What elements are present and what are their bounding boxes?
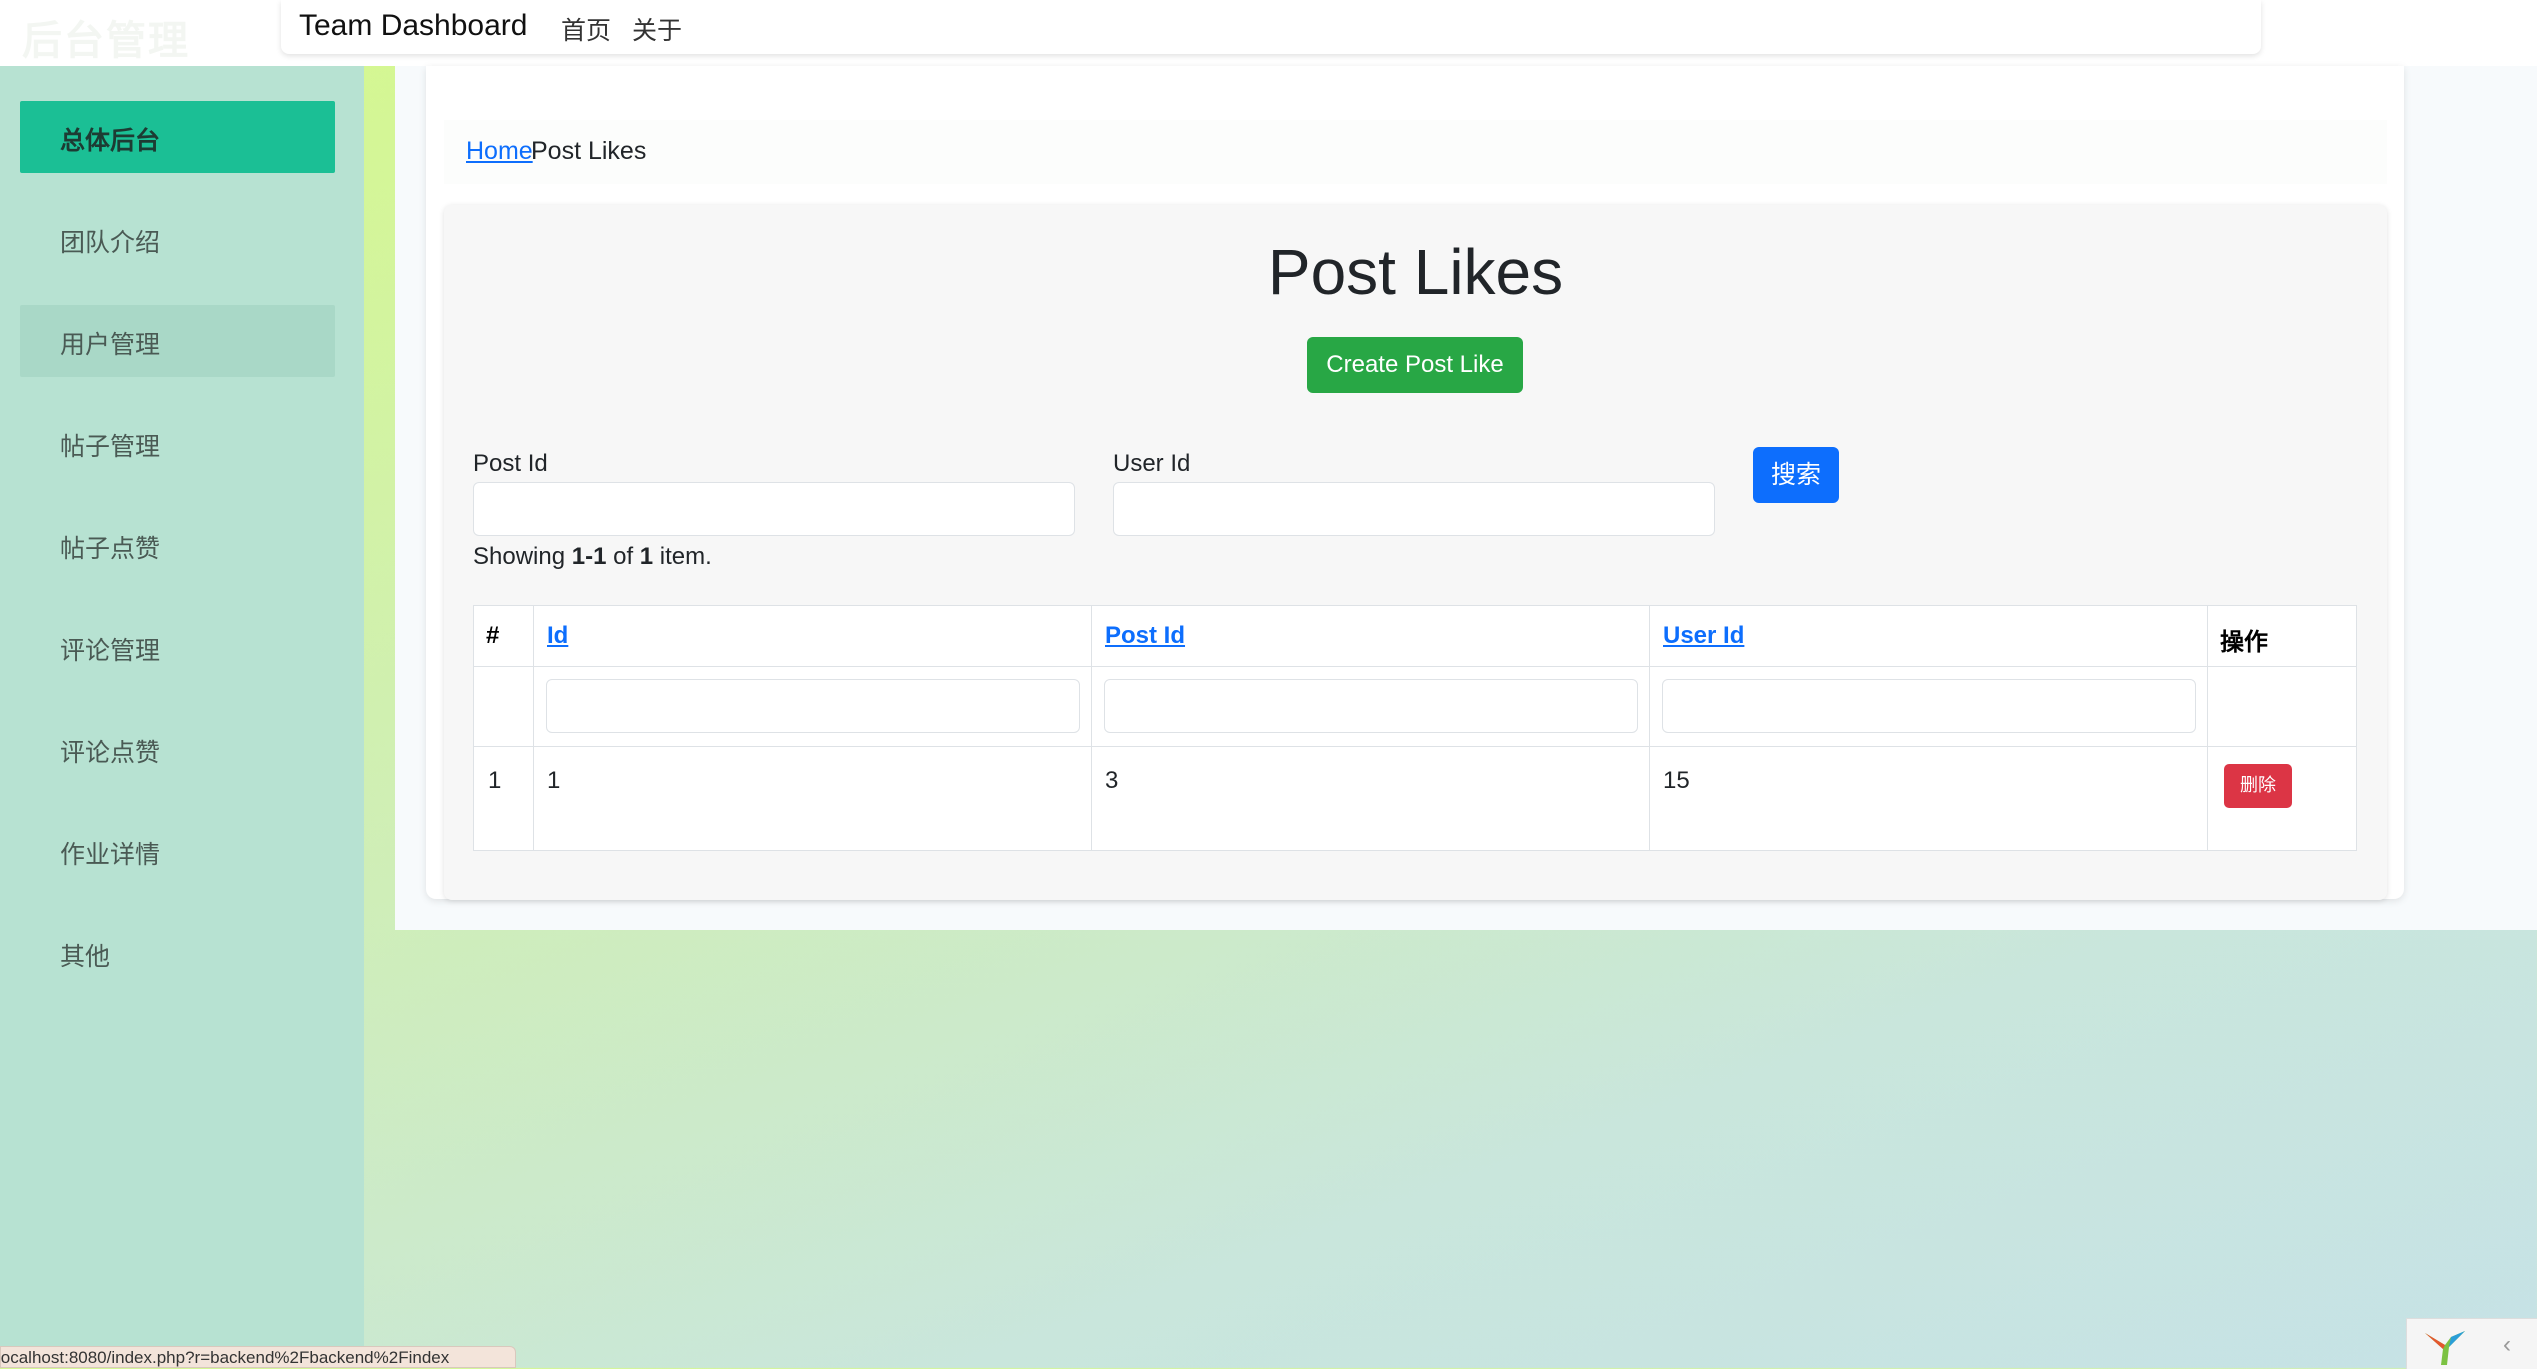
sidebar-item-label: 其他 bbox=[60, 942, 111, 971]
navbar-title[interactable]: Team Dashboard bbox=[299, 9, 527, 43]
sidebar-item-overview[interactable]: 总体后台 bbox=[20, 101, 335, 173]
sidebar-item-comments[interactable]: 评论管理 bbox=[20, 611, 335, 683]
user-id-filter-input[interactable] bbox=[1662, 679, 2196, 733]
cell-id: 1 bbox=[547, 767, 561, 794]
sidebar-item-label: 评论点赞 bbox=[60, 738, 161, 767]
nav-link-home[interactable]: 首页 bbox=[561, 11, 611, 47]
framework-logo-icon bbox=[2425, 1331, 2465, 1365]
sidebar-item-label: 帖子点赞 bbox=[60, 534, 161, 563]
sidebar-item-homework[interactable]: 作业详情 bbox=[20, 815, 335, 887]
cell-row-index: 1 bbox=[488, 767, 502, 794]
sidebar-item-team[interactable]: 团队介绍 bbox=[20, 203, 335, 275]
summary-suffix: item. bbox=[653, 543, 712, 570]
cell-user-id: 15 bbox=[1663, 767, 1690, 794]
user-id-search-input[interactable] bbox=[1113, 482, 1715, 536]
breadcrumb-current: Post Likes bbox=[531, 137, 647, 165]
sidebar-item-label: 团队介绍 bbox=[60, 228, 161, 257]
column-header-id[interactable]: Id bbox=[547, 622, 568, 650]
column-divider bbox=[533, 606, 534, 850]
column-header-index: # bbox=[486, 622, 500, 649]
sidebar-item-users[interactable]: 用户管理 bbox=[20, 305, 335, 377]
debug-toolbar-tab[interactable]: ‹ bbox=[2406, 1318, 2537, 1369]
column-header-actions: 操作 bbox=[2220, 628, 2268, 656]
create-post-like-button[interactable]: Create Post Like bbox=[1307, 337, 1523, 393]
user-id-label: User Id bbox=[1113, 450, 1191, 477]
sidebar-item-comment-likes[interactable]: 评论点赞 bbox=[20, 713, 335, 785]
summary-prefix: Showing bbox=[473, 543, 572, 570]
summary-of: of bbox=[606, 543, 640, 570]
search-button[interactable]: 搜索 bbox=[1753, 447, 1839, 503]
sidebar-item-other[interactable]: 其他 bbox=[20, 917, 335, 989]
page-title: Post Likes bbox=[1267, 236, 1564, 308]
result-summary: Showing 1-1 of 1 item. bbox=[473, 543, 712, 571]
sidebar-item-label: 帖子管理 bbox=[60, 432, 161, 461]
brand-title: 后台管理 bbox=[22, 18, 190, 64]
sidebar-item-label: 总体后台 bbox=[60, 126, 161, 155]
column-divider bbox=[2207, 606, 2208, 850]
sidebar-item-label: 用户管理 bbox=[60, 330, 161, 359]
browser-status-bar: localhost:8080/index.php?r=backend%2Fbac… bbox=[0, 1346, 516, 1368]
sidebar-item-label: 评论管理 bbox=[60, 636, 161, 665]
delete-button[interactable]: 删除 bbox=[2224, 764, 2292, 808]
column-header-post-id[interactable]: Post Id bbox=[1105, 622, 1185, 650]
status-url: localhost:8080/index.php?r=backend%2Fbac… bbox=[0, 1348, 450, 1367]
summary-range: 1-1 bbox=[571, 543, 607, 570]
summary-total: 1 bbox=[639, 543, 654, 570]
column-header-user-id[interactable]: User Id bbox=[1663, 622, 1744, 650]
chevron-left-icon[interactable]: ‹ bbox=[2503, 1331, 2511, 1359]
cell-post-id: 3 bbox=[1105, 767, 1119, 794]
post-id-filter-input[interactable] bbox=[1104, 679, 1638, 733]
sidebar-item-post-likes[interactable]: 帖子点赞 bbox=[20, 509, 335, 581]
column-divider bbox=[1091, 606, 1092, 850]
breadcrumb-home-link[interactable]: Home bbox=[466, 137, 533, 166]
post-likes-table: # Id Post Id User Id 操作 1 1 3 15 删除 bbox=[473, 605, 2357, 851]
row-divider bbox=[474, 746, 2356, 747]
top-navbar: Team Dashboard 首页 关于 bbox=[281, 0, 2261, 54]
sidebar-item-label: 作业详情 bbox=[60, 840, 161, 869]
row-divider bbox=[474, 666, 2356, 667]
id-filter-input[interactable] bbox=[546, 679, 1080, 733]
nav-link-about[interactable]: 关于 bbox=[632, 11, 682, 47]
post-likes-panel: Post Likes Create Post Like Post Id User… bbox=[444, 205, 2387, 900]
column-divider bbox=[1649, 606, 1650, 850]
post-id-label: Post Id bbox=[473, 450, 548, 477]
sidebar: 总体后台 团队介绍 用户管理 帖子管理 帖子点赞 评论管理 评论点赞 作业详情 … bbox=[0, 66, 364, 1368]
breadcrumb: Home Post Likes bbox=[444, 120, 2387, 184]
sidebar-item-posts[interactable]: 帖子管理 bbox=[20, 407, 335, 479]
post-id-search-input[interactable] bbox=[473, 482, 1075, 536]
